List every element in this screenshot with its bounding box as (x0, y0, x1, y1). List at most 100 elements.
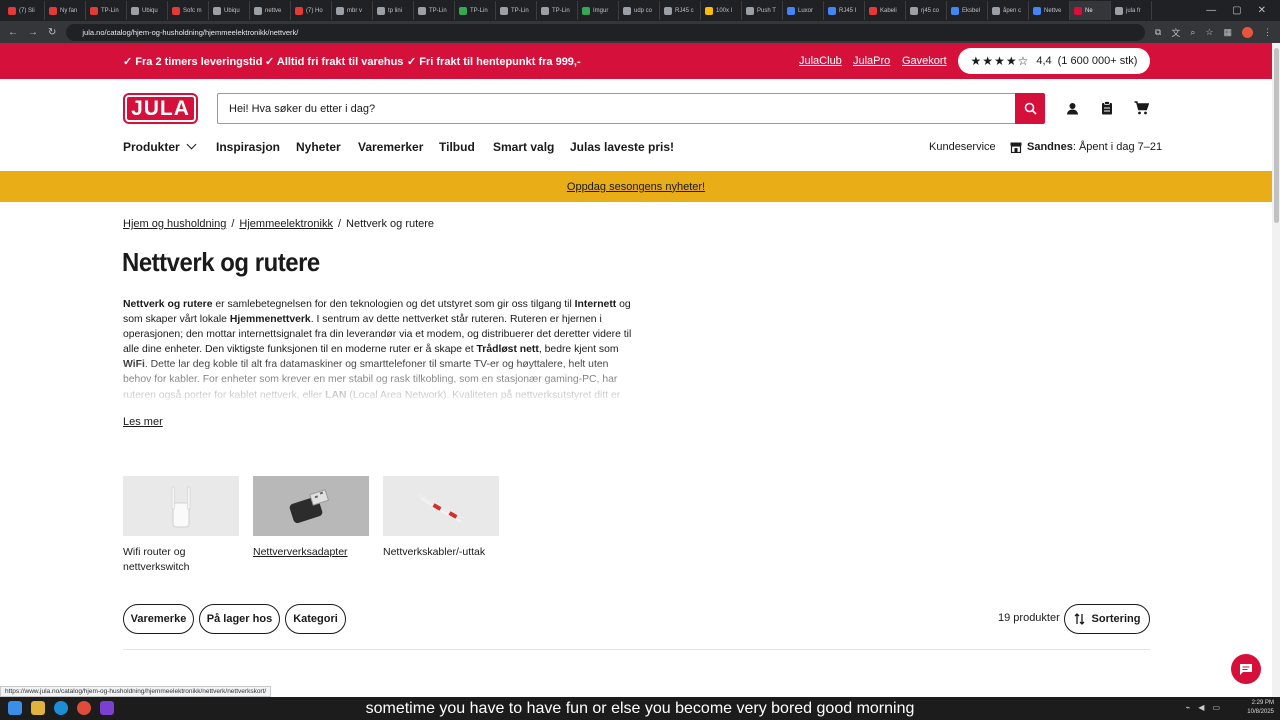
browser-tab[interactable]: TP-Lin (496, 1, 537, 20)
browser-tab[interactable]: Imgur (578, 1, 619, 20)
tab-label: TP-Lin (101, 7, 119, 14)
promo-item-store-freight: ✓ Alltid fri frakt til varehus (265, 56, 404, 68)
browser-tab[interactable]: tp lini (373, 1, 414, 20)
tab-label: (7) Ho (306, 7, 323, 14)
video-caption: sometime you have to have fun or else yo… (365, 700, 915, 717)
shopping-list-icon[interactable] (1099, 100, 1115, 116)
favicon-icon (582, 6, 590, 15)
browser-tab[interactable]: Ne (1070, 1, 1111, 20)
close-icon[interactable]: ✕ (1258, 5, 1266, 16)
minimize-icon[interactable]: — (1206, 5, 1216, 16)
browser-tab[interactable]: Sofc m (168, 1, 209, 20)
store-selector[interactable]: Sandnes: Åpent i dag 7–21 (1010, 141, 1162, 153)
search-input[interactable]: Hei! Hva søker du etter i dag? (217, 93, 1016, 124)
nav-inspirasjon[interactable]: Inspirasjon (216, 140, 280, 154)
julaclub-link[interactable]: JulaClub (799, 55, 842, 67)
category-card-router[interactable]: Wifi router og nettverkswitch (123, 476, 239, 575)
browser-tab[interactable]: TP-Lin (455, 1, 496, 20)
rating-value: 4,4 (1036, 55, 1052, 67)
favicon-icon (541, 6, 549, 15)
browser-tab[interactable]: Ubiqu (127, 1, 168, 20)
chat-button[interactable] (1231, 654, 1261, 684)
read-more-link[interactable]: Les mer (123, 416, 163, 428)
filter-varemerke[interactable]: Varemerke (123, 604, 194, 634)
back-icon[interactable]: ← (8, 27, 18, 38)
favicon-icon (1115, 6, 1123, 15)
customer-service-link[interactable]: Kundeservice (929, 141, 996, 153)
maximize-icon[interactable]: ▢ (1232, 5, 1241, 16)
browser-tab[interactable]: mbr v (332, 1, 373, 20)
browser-tab[interactable]: nettve (250, 1, 291, 20)
browser-tab[interactable]: Eksbel (947, 1, 988, 20)
favicon-icon (213, 6, 221, 15)
favicon-icon (828, 6, 836, 15)
star-rating-icon: ★★★★☆ (970, 54, 1030, 68)
search-button[interactable] (1015, 93, 1045, 124)
browser-tab[interactable]: Push T (742, 1, 783, 20)
browser-tab[interactable]: jula fr (1111, 1, 1152, 20)
sort-button[interactable]: Sortering (1064, 604, 1150, 634)
router-icon (123, 476, 239, 536)
browser-tab[interactable]: Kabeli (865, 1, 906, 20)
breadcrumb-hjemmeelektronikk[interactable]: Hjemmeelektronikk (239, 218, 333, 230)
browser-tab[interactable]: rj45 co (906, 1, 947, 20)
cart-icon[interactable] (1133, 100, 1149, 116)
favicon-icon (8, 6, 16, 15)
account-icon[interactable] (1064, 100, 1080, 116)
rating-badge[interactable]: ★★★★☆ 4,4 (1 600 000+ stk) (958, 48, 1150, 74)
menu-icon[interactable]: ⋮ (1263, 27, 1272, 38)
tab-label: Eksbel (962, 7, 981, 14)
julapro-link[interactable]: JulaPro (853, 55, 890, 67)
scrollbar-thumb[interactable] (1274, 48, 1279, 223)
favicon-icon (746, 6, 754, 15)
jula-logo[interactable]: JULA (123, 93, 198, 124)
nav-tilbud[interactable]: Tilbud (439, 140, 475, 154)
filter-pa-lager[interactable]: På lager hos (199, 604, 280, 634)
category-card-cables[interactable]: Nettverkskabler/-uttak (383, 476, 499, 560)
store-hours: : Åpent i dag 7–21 (1072, 141, 1163, 153)
nav-smart-valg[interactable]: Smart valg (493, 140, 554, 154)
install-icon[interactable]: ⧉ (1155, 27, 1161, 38)
profile-avatar[interactable] (1242, 26, 1253, 38)
tab-label: Sofc m (183, 7, 202, 14)
tab-label: TP-Lin (552, 7, 570, 14)
gavekort-link[interactable]: Gavekort (902, 55, 947, 67)
browser-tab[interactable]: Ny fan (45, 1, 86, 20)
favicon-icon (705, 6, 713, 15)
reload-icon[interactable]: ↻ (48, 27, 56, 38)
category-card-adapter[interactable]: Nettververksadapter (253, 476, 369, 560)
nav-produkter[interactable]: Produkter (123, 139, 197, 154)
filter-kategori[interactable]: Kategori (285, 604, 346, 634)
browser-tab[interactable]: Ubiqu (209, 1, 250, 20)
favicon-icon (172, 6, 180, 15)
browser-tab[interactable]: TP-Lin (537, 1, 578, 20)
nav-varemerker[interactable]: Varemerker (358, 140, 423, 154)
browser-tab[interactable]: udp co (619, 1, 660, 20)
season-news-link[interactable]: Oppdag sesongens nyheter! (567, 181, 705, 193)
browser-tab[interactable]: RJ45 c (660, 1, 701, 20)
bookmark-icon[interactable]: ☆ (1205, 27, 1213, 38)
browser-tab[interactable]: Nettve (1029, 1, 1070, 20)
browser-tab[interactable]: RJ45 I (824, 1, 865, 20)
cable-icon (383, 476, 499, 536)
browser-tab[interactable]: åpen c (988, 1, 1029, 20)
tab-label: TP-Lin (470, 7, 488, 14)
tab-label: Ubiqu (224, 7, 240, 14)
browser-tab[interactable]: (7) Sli (4, 1, 45, 20)
extensions-icon[interactable]: ▦ (1223, 27, 1232, 38)
url-field[interactable]: jula.no/catalog/hjem-og-husholdning/hjem… (66, 23, 1145, 41)
favicon-icon (500, 6, 508, 15)
chat-icon (1240, 663, 1252, 675)
browser-tab[interactable]: TP-Lin (86, 1, 127, 20)
translate-icon[interactable]: 文 (1171, 26, 1180, 39)
browser-tab[interactable]: TP-Lin (414, 1, 455, 20)
tab-label: 100x l (716, 7, 733, 14)
browser-tab[interactable]: 100x l (701, 1, 742, 20)
browser-tab[interactable]: (7) Ho (291, 1, 332, 20)
browser-tab[interactable]: Luxor (783, 1, 824, 20)
breadcrumb-hjem[interactable]: Hjem og husholdning (123, 218, 226, 230)
forward-icon[interactable]: → (28, 27, 38, 38)
zoom-icon[interactable]: ⌕ (1190, 27, 1195, 38)
nav-nyheter[interactable]: Nyheter (296, 140, 341, 154)
nav-laveste-pris[interactable]: Julas laveste pris! (570, 140, 674, 154)
